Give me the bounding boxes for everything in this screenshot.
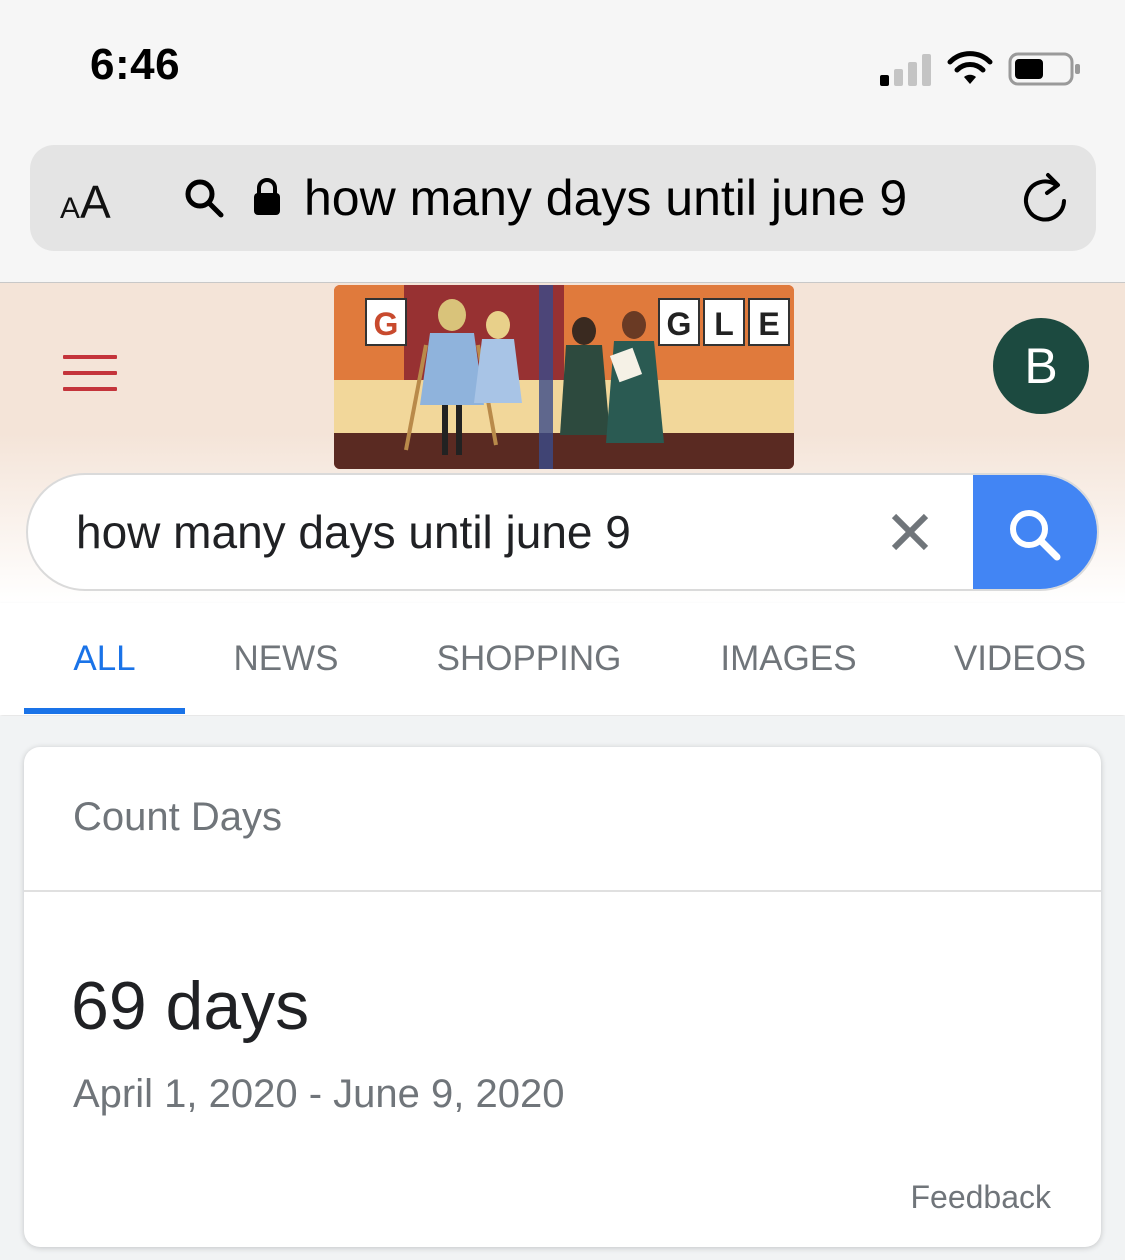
status-bar: 6:46 AA how many days until june 9 [0, 0, 1125, 283]
doodle-letter-e: E [758, 306, 779, 342]
feedback-link[interactable]: Feedback [910, 1179, 1051, 1216]
search-icon [1010, 510, 1061, 561]
wifi-icon [947, 51, 993, 84]
days-count: 69 days [71, 968, 310, 1044]
google-doodle[interactable]: G G L E [334, 285, 794, 469]
tab-videos[interactable]: VIDEOS [953, 603, 1087, 715]
search-input[interactable]: how many days until june 9 [76, 475, 631, 589]
tab-images[interactable]: IMAGES [718, 603, 859, 715]
search-box[interactable]: how many days until june 9 [26, 473, 1099, 591]
google-header: G G L E B how many days until june 9 [0, 283, 1125, 603]
date-range: April 1, 2020 - June 9, 2020 [73, 1072, 565, 1116]
lock-icon [254, 178, 280, 215]
tab-news[interactable]: NEWS [232, 603, 340, 715]
cellular-signal-icon [880, 52, 934, 86]
reload-icon[interactable] [1018, 171, 1072, 227]
battery-icon [1008, 52, 1080, 86]
tab-shopping[interactable]: SHOPPING [434, 603, 624, 715]
search-icon [185, 179, 224, 218]
menu-icon[interactable] [63, 355, 117, 391]
active-tab-indicator [24, 708, 185, 714]
url-text[interactable]: how many days until june 9 [304, 165, 907, 231]
search-tabs: ALL NEWS SHOPPING IMAGES VIDEOS [0, 603, 1125, 715]
status-time: 6:46 [90, 40, 181, 89]
doodle-letter-g: G [374, 306, 399, 342]
account-avatar[interactable]: B [993, 318, 1089, 414]
address-bar[interactable]: AA how many days until june 9 [30, 145, 1096, 251]
doodle-letter-l: L [714, 306, 734, 342]
tab-all[interactable]: ALL [24, 603, 185, 715]
card-title: Count Days [73, 795, 282, 839]
reader-text-size-button[interactable]: AA [60, 175, 130, 228]
doodle-letter-g2: G [667, 306, 692, 342]
search-button[interactable] [973, 475, 1097, 589]
card-divider [24, 890, 1101, 892]
count-days-card: Count Days 69 days April 1, 2020 - June … [24, 747, 1101, 1247]
clear-icon[interactable] [890, 512, 930, 552]
